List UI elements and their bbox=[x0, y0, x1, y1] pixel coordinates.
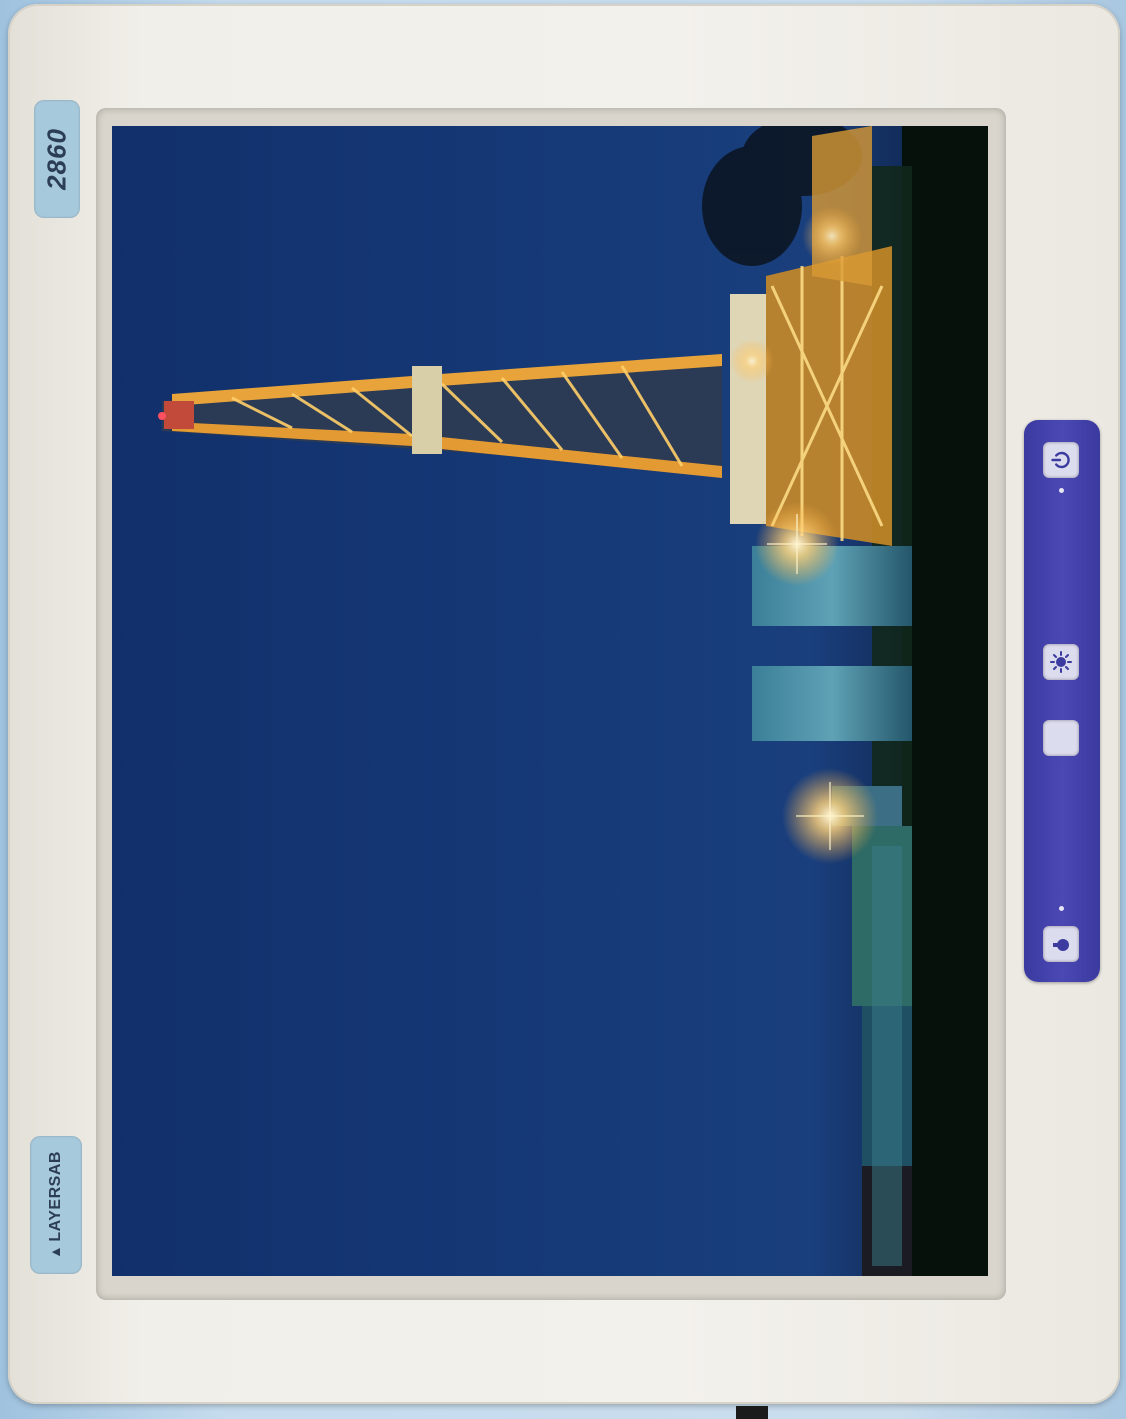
model-badge: 2860 bbox=[34, 100, 80, 218]
control-panel bbox=[1024, 420, 1100, 982]
input-source-button[interactable] bbox=[1043, 926, 1079, 962]
sun-icon bbox=[1050, 651, 1072, 673]
source-icon bbox=[1053, 939, 1069, 951]
source-led bbox=[1059, 906, 1064, 911]
night-mode-button[interactable] bbox=[1043, 720, 1079, 756]
power-icon bbox=[1051, 451, 1070, 469]
storage-tank bbox=[752, 666, 912, 741]
brand-logo: ▲ LAYERSAB bbox=[47, 1151, 65, 1259]
drilling-rig-photo bbox=[112, 126, 988, 1276]
brand-logo-icon: ▲ bbox=[47, 1244, 63, 1259]
brightness-button[interactable] bbox=[1043, 644, 1079, 680]
display-screen bbox=[112, 126, 988, 1276]
brand-badge: ▲ LAYERSAB bbox=[30, 1136, 82, 1274]
moon-icon bbox=[1052, 736, 1070, 745]
model-number: 2860 bbox=[41, 128, 72, 190]
power-led bbox=[1059, 488, 1064, 493]
cable bbox=[736, 1406, 768, 1419]
brand-name: LAYERSAB bbox=[47, 1151, 64, 1242]
power-button[interactable] bbox=[1043, 442, 1079, 478]
